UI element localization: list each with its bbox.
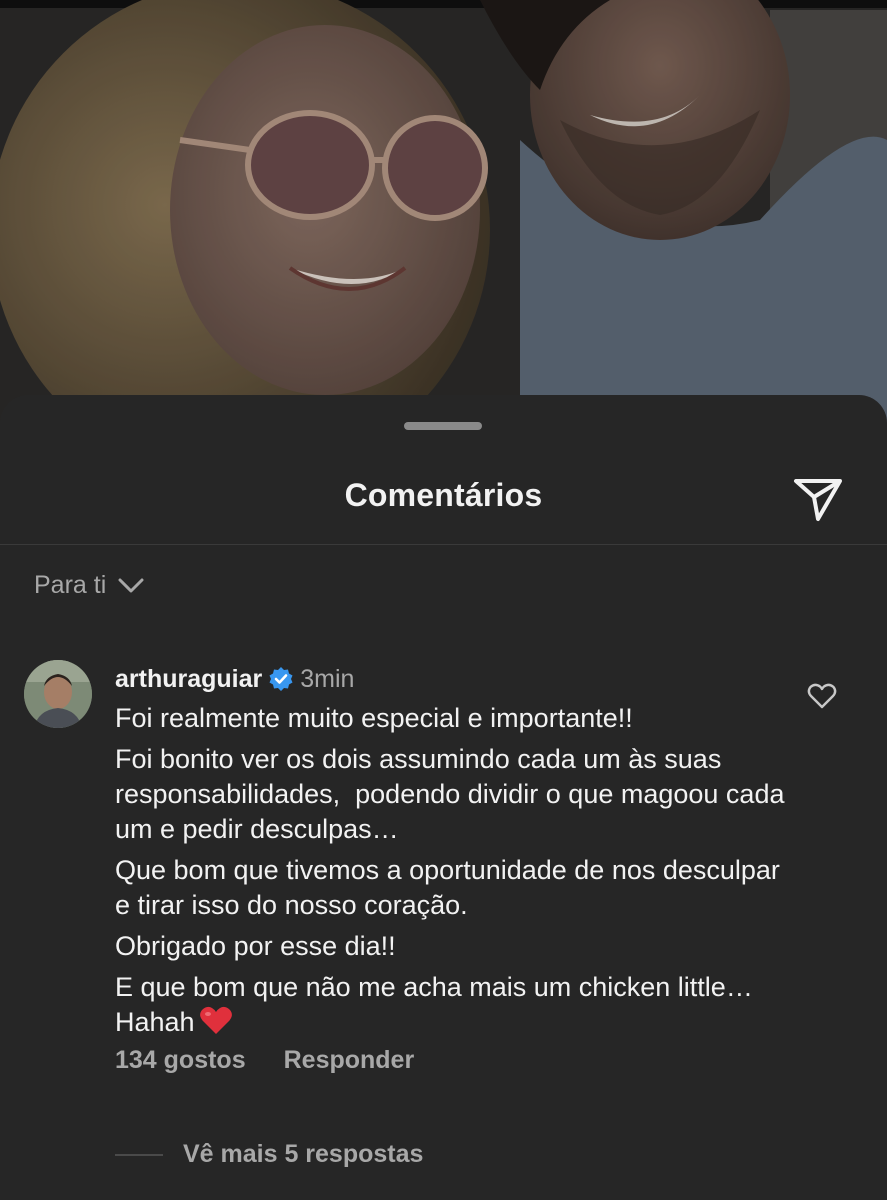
- heart-outline-icon: [807, 683, 837, 709]
- comment-paragraph: Obrigado por esse dia!!: [115, 931, 396, 961]
- comments-sheet: Comentários Para ti arthuraguiar 3min Fo…: [0, 395, 887, 1200]
- comment-paragraph: Foi bonito ver os dois assumindo cada um…: [115, 744, 792, 844]
- like-button[interactable]: [807, 682, 837, 710]
- avatar[interactable]: [24, 660, 92, 728]
- comment-paragraph-last: E que bom que não me acha mais um chicke…: [115, 970, 795, 1040]
- sort-label: Para ti: [34, 571, 107, 599]
- sheet-drag-handle[interactable]: [404, 422, 482, 430]
- paper-plane-icon: [794, 479, 842, 521]
- comment-paragraph: Foi realmente muito especial e important…: [115, 703, 633, 733]
- comment-paragraph: Que bom que tivemos a oportunidade de no…: [115, 855, 788, 920]
- view-more-replies[interactable]: Vê mais 5 respostas: [115, 1140, 423, 1169]
- post-photo-background: [0, 0, 887, 430]
- red-heart-emoji: [199, 1006, 232, 1034]
- comment-time: 3min: [300, 664, 355, 693]
- sheet-title: Comentários: [344, 477, 543, 513]
- reply-button[interactable]: Responder: [284, 1046, 415, 1075]
- likes-count[interactable]: 134 gostos: [115, 1046, 246, 1075]
- comment-username[interactable]: arthuraguiar: [115, 665, 262, 694]
- sort-dropdown[interactable]: Para ti: [34, 571, 144, 600]
- comment-text: Foi realmente muito especial e important…: [115, 701, 795, 1040]
- chevron-down-icon: [118, 578, 144, 592]
- header-divider: [0, 544, 887, 545]
- verified-badge-icon: [269, 667, 293, 691]
- view-more-replies-label: Vê mais 5 respostas: [183, 1140, 424, 1168]
- replies-divider-line: [115, 1153, 163, 1156]
- share-button[interactable]: [790, 471, 846, 523]
